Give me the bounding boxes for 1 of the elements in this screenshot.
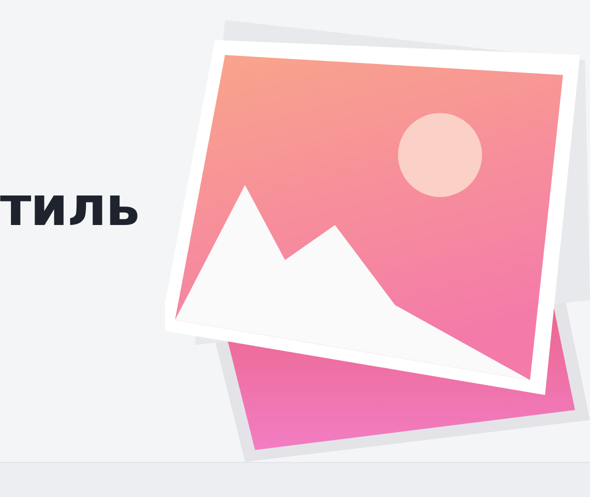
heading: тиль: [0, 174, 140, 238]
